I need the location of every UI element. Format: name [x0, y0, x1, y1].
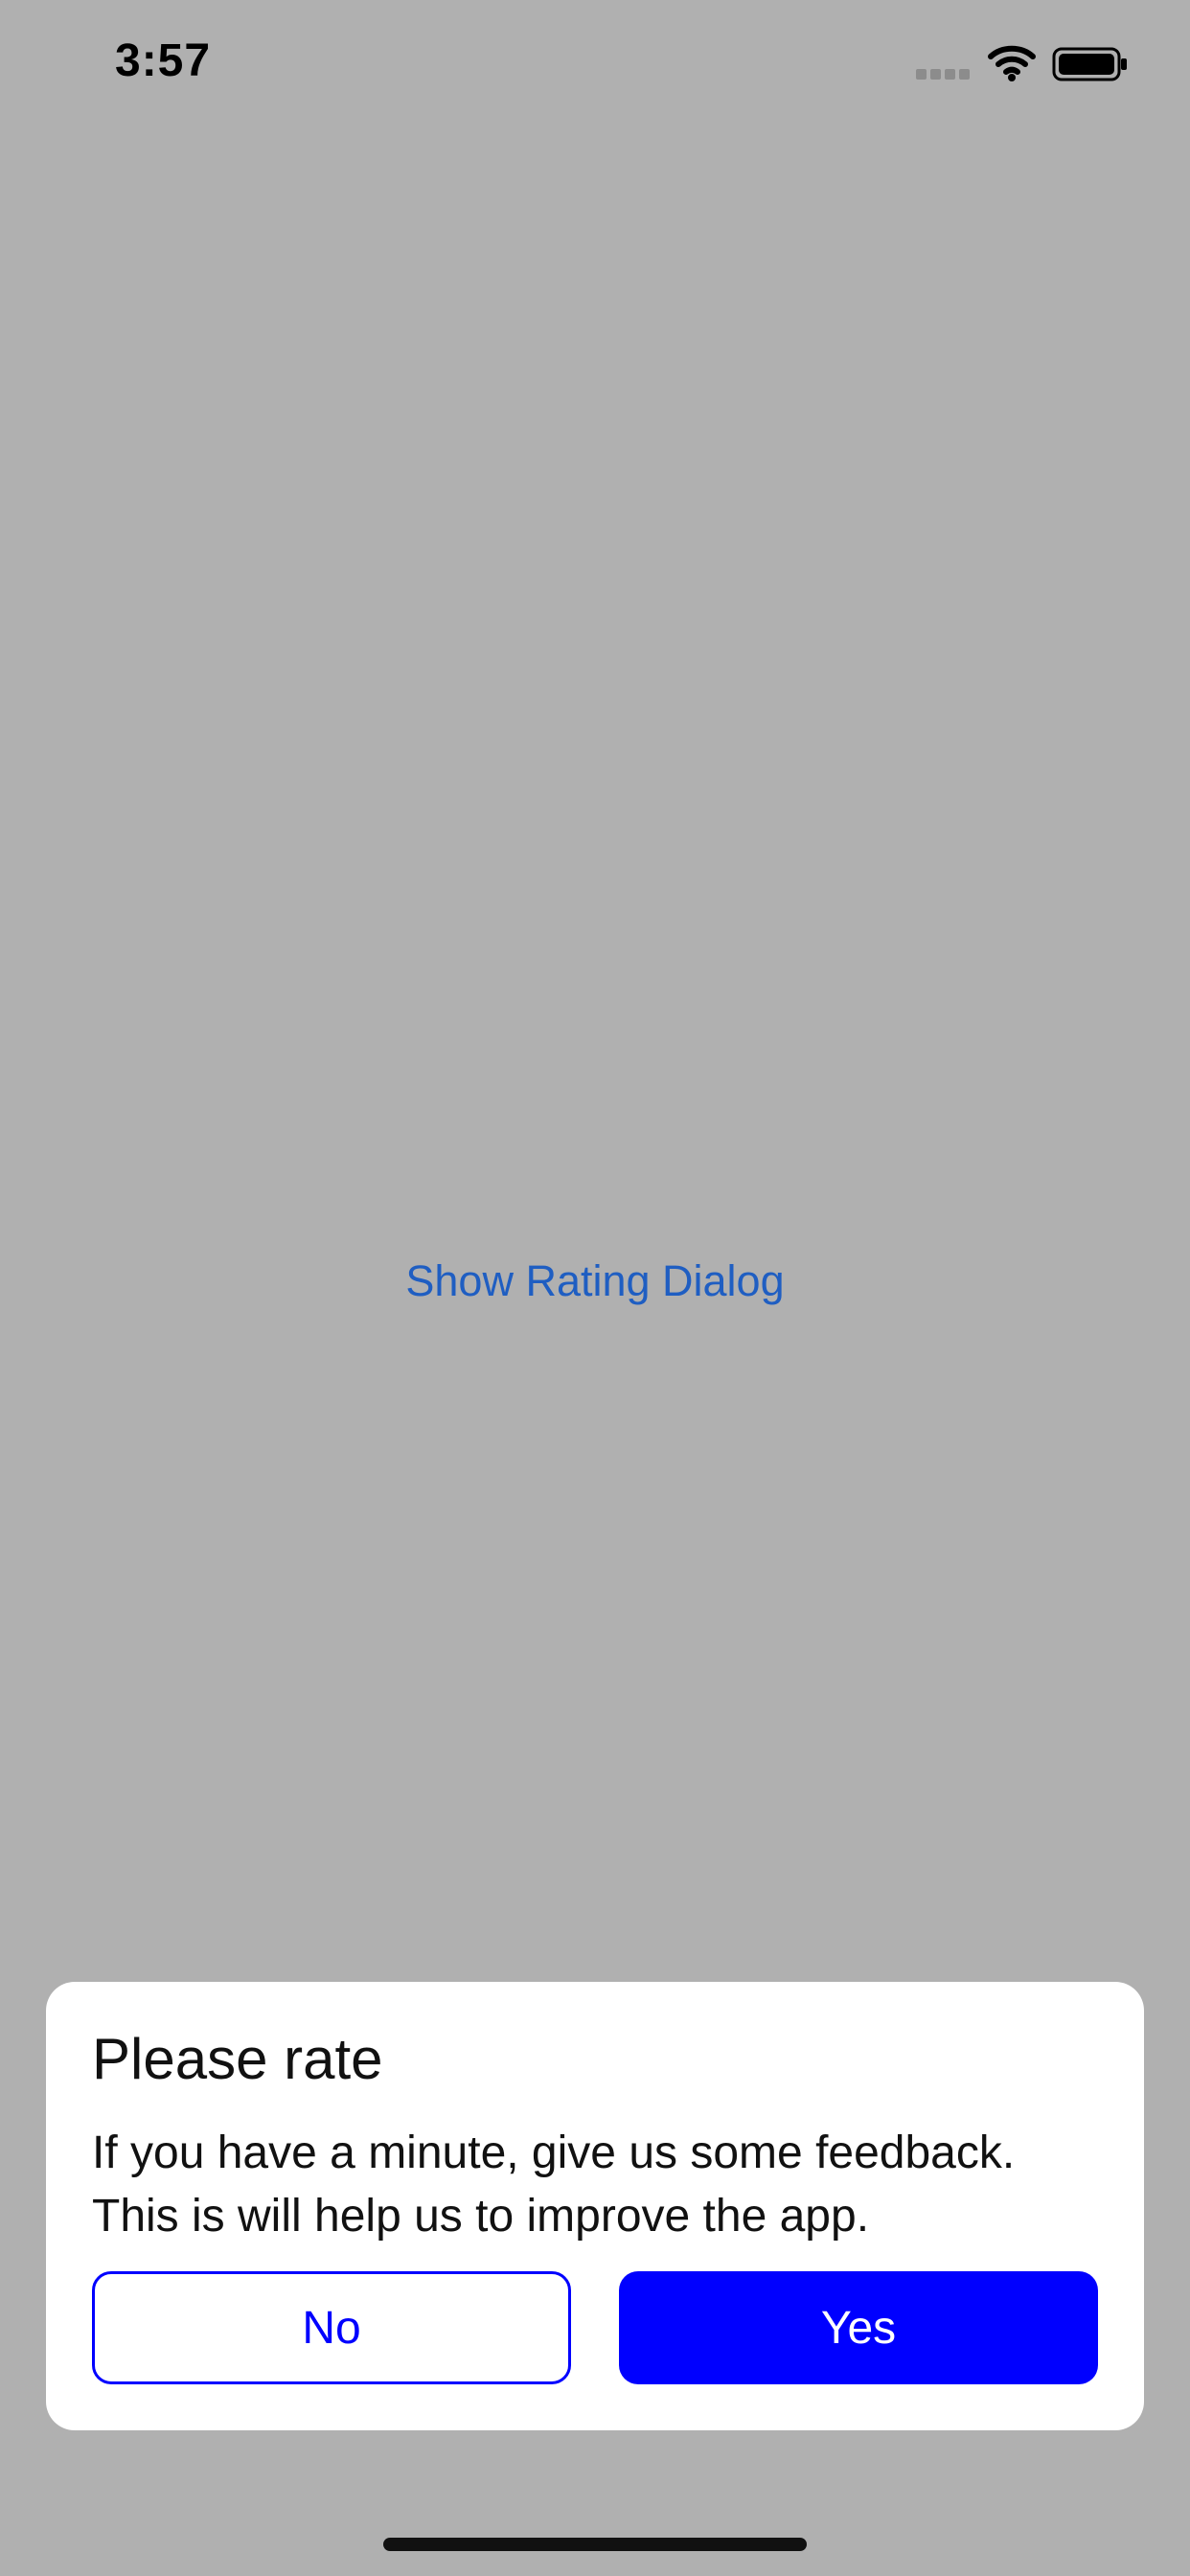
show-rating-dialog-button[interactable]: Show Rating Dialog: [0, 1255, 1190, 1307]
signal-icon: [916, 69, 972, 80]
rating-dialog: Please rate If you have a minute, give u…: [46, 1982, 1144, 2430]
no-button[interactable]: No: [92, 2271, 571, 2384]
status-bar: 3:57: [0, 0, 1190, 126]
dialog-body-line-2: This is will help us to improve the app.: [92, 2191, 870, 2242]
battery-icon: [1052, 47, 1127, 81]
dialog-body-line-1: If you have a minute, give us some feedb…: [92, 2128, 1016, 2178]
home-indicator: [383, 2538, 807, 2551]
dialog-title: Please rate: [92, 2027, 383, 2091]
dialog-body: If you have a minute, give us some feedb…: [92, 2122, 1098, 2248]
status-time: 3:57: [115, 35, 212, 86]
yes-button[interactable]: Yes: [619, 2271, 1098, 2384]
wifi-icon: [988, 45, 1036, 81]
